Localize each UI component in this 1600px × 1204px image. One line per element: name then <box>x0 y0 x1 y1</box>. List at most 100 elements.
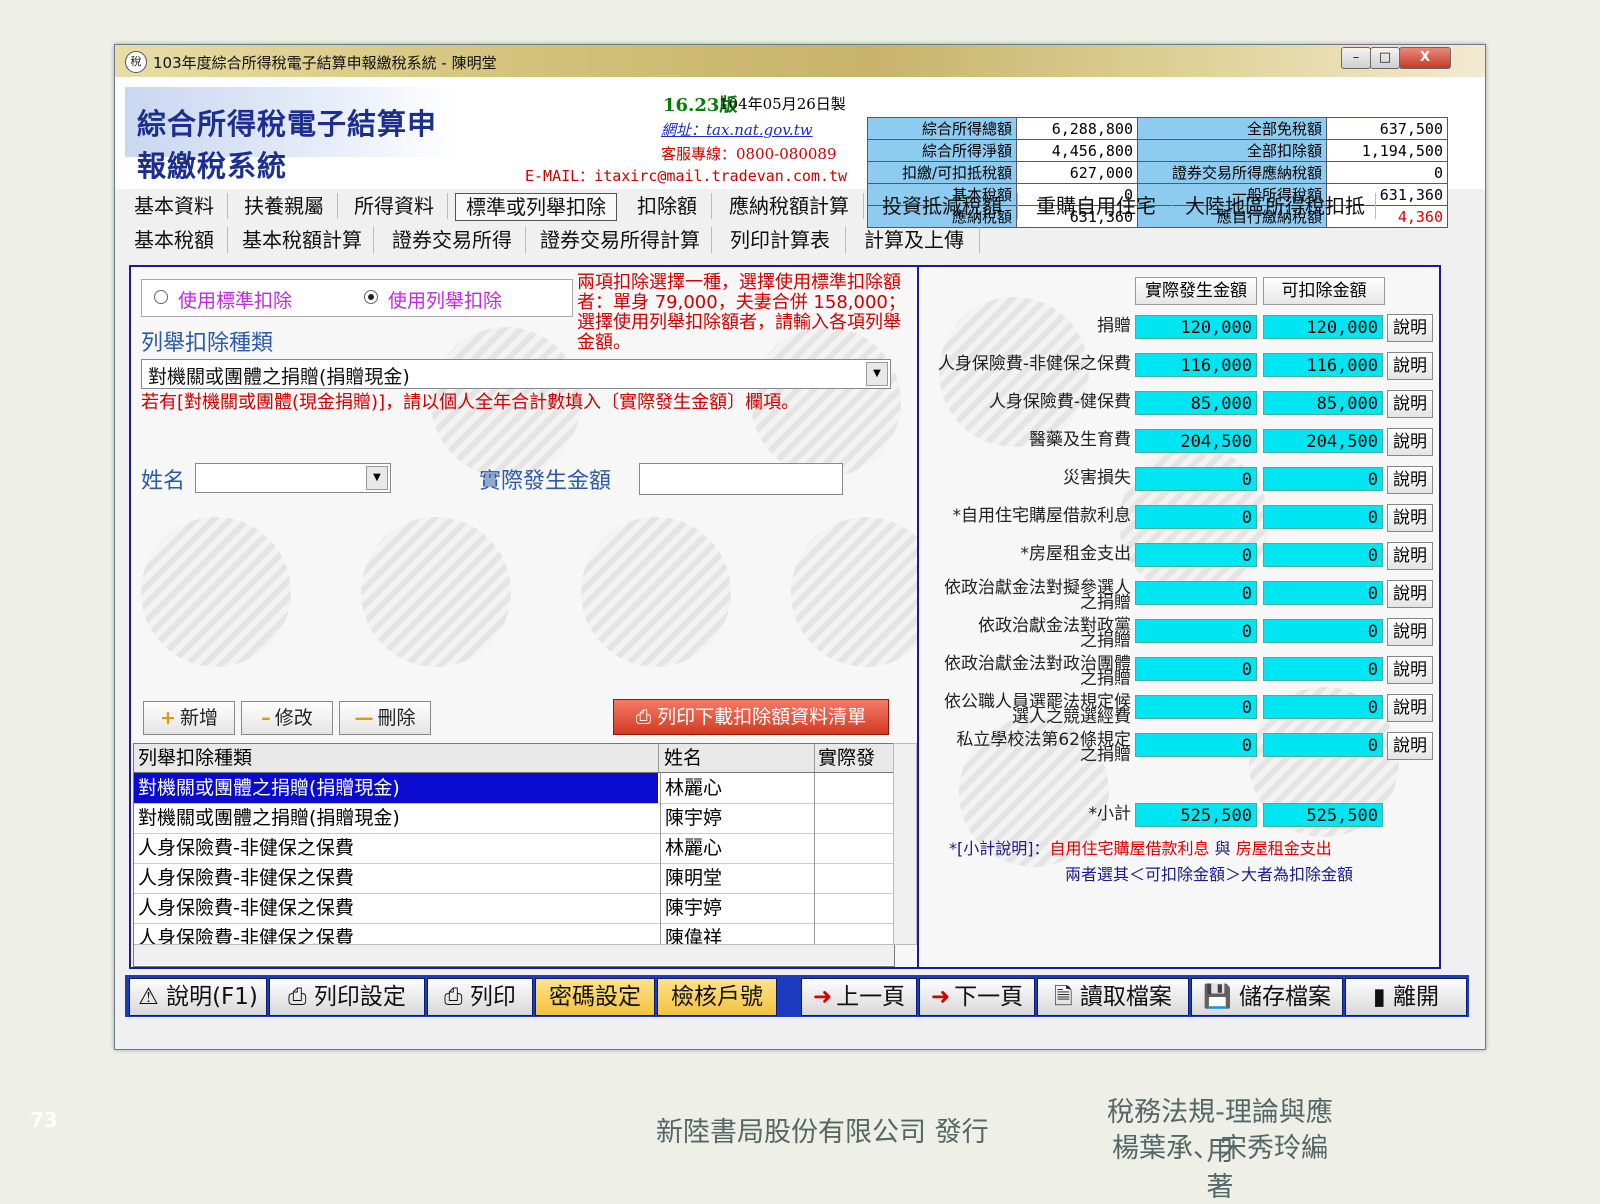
close-button[interactable]: X <box>1399 47 1451 69</box>
actual-amount-field[interactable]: 85,000 <box>1135 391 1257 415</box>
grid-header-amount[interactable]: 實際發 <box>814 744 894 772</box>
name-select[interactable]: ▼ <box>195 463 391 493</box>
help-button[interactable]: ⚠ 說明(F1) <box>129 978 267 1016</box>
deductible-amount-field[interactable]: 0 <box>1263 695 1383 719</box>
explain-button[interactable]: 說明 <box>1387 314 1433 342</box>
table-row[interactable]: 對機關或團體之捐贈(捐贈現金) 林麗心 <box>134 773 894 804</box>
subtotal-note-line2: 兩者選其＜可扣除金額＞大者為扣除金額 <box>1065 865 1354 884</box>
explain-button[interactable]: 說明 <box>1387 466 1433 494</box>
password-settings-button[interactable]: 密碼設定 <box>535 978 655 1016</box>
tab-investment-credit[interactable]: 投資抵減稅額 <box>867 193 1018 219</box>
tab-dependents[interactable]: 扶養親屬 <box>231 193 338 219</box>
explain-button[interactable]: 說明 <box>1387 618 1433 646</box>
tab-print-sheet[interactable]: 列印計算表 <box>715 227 846 253</box>
actual-amount-field[interactable]: 0 <box>1135 467 1257 491</box>
print-deduction-list-button[interactable]: ⎙ 列印下載扣除額資料清單 <box>613 699 889 735</box>
actual-amount-field[interactable]: 116,000 <box>1135 353 1257 377</box>
chevron-down-icon[interactable]: ▼ <box>866 362 888 386</box>
help-button-label: 說明(F1) <box>166 984 258 1010</box>
printer-icon: ⎙ <box>288 984 314 1010</box>
actual-amount-field[interactable]: 204,500 <box>1135 429 1257 453</box>
explain-button[interactable]: 說明 <box>1387 390 1433 418</box>
explain-button[interactable]: 說明 <box>1387 428 1433 456</box>
summary-value: 1,194,500 <box>1326 139 1448 162</box>
deductible-amount-field[interactable]: 0 <box>1263 619 1383 643</box>
subtotal-note-and: 與 <box>1209 839 1236 858</box>
next-page-button[interactable]: ➜ 下一頁 <box>919 978 1035 1016</box>
row-type: 對機關或團體之捐贈(捐贈現金) <box>134 773 658 803</box>
actual-amount-field[interactable]: 0 <box>1135 695 1257 719</box>
maximize-button[interactable]: □ <box>1370 47 1400 69</box>
exit-button[interactable]: ▮ 離開 <box>1345 978 1467 1016</box>
col-header-deductible: 可扣除金額 <box>1263 277 1385 305</box>
actual-amount-field[interactable]: 120,000 <box>1135 315 1257 339</box>
explain-button[interactable]: 說明 <box>1387 504 1433 532</box>
tab-mainland-credit[interactable]: 大陸地區所得稅扣抵 <box>1175 193 1376 219</box>
tab-securities-income[interactable]: 證券交易所得 <box>379 227 526 253</box>
delete-button[interactable]: — 刪除 <box>339 701 431 735</box>
deductible-amount-field[interactable]: 204,500 <box>1263 429 1383 453</box>
explain-button[interactable]: 說明 <box>1387 656 1433 684</box>
explain-button[interactable]: 說明 <box>1387 694 1433 722</box>
verify-household-button[interactable]: 檢核戶號 <box>657 978 777 1016</box>
category-note: 若有[對機關或團體(現金捐贈)]，請以個人全年合計數填入〔實際發生金額〕欄項。 <box>141 392 800 413</box>
table-row[interactable]: 人身保險費-非健保之保費 陳宇婷 <box>134 893 894 924</box>
amount-input[interactable] <box>639 463 843 495</box>
tab-home-repurchase[interactable]: 重購自用住宅 <box>1021 193 1172 219</box>
actual-amount-field[interactable]: 0 <box>1135 505 1257 529</box>
grid-header-type[interactable]: 列舉扣除種類 <box>134 744 659 772</box>
explain-button[interactable]: 說明 <box>1387 542 1433 570</box>
deductible-amount-field[interactable]: 0 <box>1263 581 1383 605</box>
add-button[interactable]: + 新增 <box>143 701 235 735</box>
load-file-button[interactable]: 🗎 讀取檔案 <box>1037 978 1189 1016</box>
actual-amount-field[interactable]: 0 <box>1135 657 1257 681</box>
minimize-button[interactable]: – <box>1341 47 1371 69</box>
deductible-amount-field[interactable]: 0 <box>1263 467 1383 491</box>
deductible-amount-field[interactable]: 0 <box>1263 733 1383 757</box>
actual-amount-field[interactable]: 0 <box>1135 619 1257 643</box>
tab-basic-info[interactable]: 基本資料 <box>121 193 228 219</box>
tab-deductions[interactable]: 扣除額 <box>623 193 712 219</box>
table-row[interactable]: 對機關或團體之捐贈(捐贈現金) 陳宇婷 <box>134 803 894 834</box>
deductible-amount-field[interactable]: 0 <box>1263 657 1383 681</box>
save-file-button[interactable]: 💾 儲存檔案 <box>1191 978 1343 1016</box>
print-button-label: 列印 <box>469 984 516 1010</box>
logo-text: 綜合所得稅電子結算申報繳稅系統 <box>137 107 438 183</box>
actual-amount-field[interactable]: 0 <box>1135 733 1257 757</box>
actual-amount-field[interactable]: 0 <box>1135 581 1257 605</box>
explain-button[interactable]: 說明 <box>1387 732 1433 760</box>
deductible-amount-field[interactable]: 116,000 <box>1263 353 1383 377</box>
print-button[interactable]: ⎙ 列印 <box>427 978 533 1016</box>
explain-button[interactable]: 說明 <box>1387 580 1433 608</box>
print-settings-button[interactable]: ⎙ 列印設定 <box>269 978 425 1016</box>
grid-header-name[interactable]: 姓名 <box>660 744 815 772</box>
horizontal-scrollbar[interactable] <box>134 944 894 965</box>
table-row[interactable]: 人身保險費-非健保之保費 陳明堂 <box>134 863 894 894</box>
deductible-amount-field[interactable]: 0 <box>1263 543 1383 567</box>
category-select[interactable]: 對機關或團體之捐贈(捐贈現金) ▼ <box>141 359 891 389</box>
actual-amount-field[interactable]: 0 <box>1135 543 1257 567</box>
tab-basic-tax[interactable]: 基本稅額 <box>121 227 228 253</box>
tab-income[interactable]: 所得資料 <box>341 193 448 219</box>
app-window: 稅 103年度綜合所得稅電子結算申報繳稅系統 - 陳明堂 – □ X 綜合所得稅… <box>114 44 1486 1050</box>
tab-basic-tax-calc[interactable]: 基本稅額計算 <box>231 227 374 253</box>
save-file-label: 儲存檔案 <box>1238 984 1331 1010</box>
tab-tax-calc[interactable]: 應納稅額計算 <box>715 193 864 219</box>
vertical-scrollbar[interactable] <box>893 743 917 945</box>
deductible-amount-field[interactable]: 85,000 <box>1263 391 1383 415</box>
website-link[interactable]: 網址：tax.nat.gov.tw <box>661 119 813 140</box>
publisher-text: 新陸書局股份有限公司 發行 <box>656 1117 989 1148</box>
title-bar[interactable]: 稅 103年度綜合所得稅電子結算申報繳稅系統 - 陳明堂 – □ X <box>115 45 1485 77</box>
prev-page-button[interactable]: ➜ 上一頁 <box>801 978 917 1016</box>
tab-calc-upload[interactable]: 計算及上傳 <box>849 227 980 253</box>
radio-standard-deduction[interactable] <box>154 290 168 304</box>
edit-button[interactable]: – 修改 <box>241 701 333 735</box>
tab-securities-calc[interactable]: 證券交易所得計算 <box>529 227 712 253</box>
table-row[interactable]: 人身保險費-非健保之保費 林麗心 <box>134 833 894 864</box>
deductible-amount-field[interactable]: 0 <box>1263 505 1383 529</box>
explain-button[interactable]: 說明 <box>1387 352 1433 380</box>
radio-itemized-deduction[interactable] <box>364 290 378 304</box>
tab-deduction-choice[interactable]: 標準或列舉扣除 <box>455 193 617 221</box>
deductible-amount-field[interactable]: 120,000 <box>1263 315 1383 339</box>
chevron-down-icon[interactable]: ▼ <box>366 466 388 490</box>
